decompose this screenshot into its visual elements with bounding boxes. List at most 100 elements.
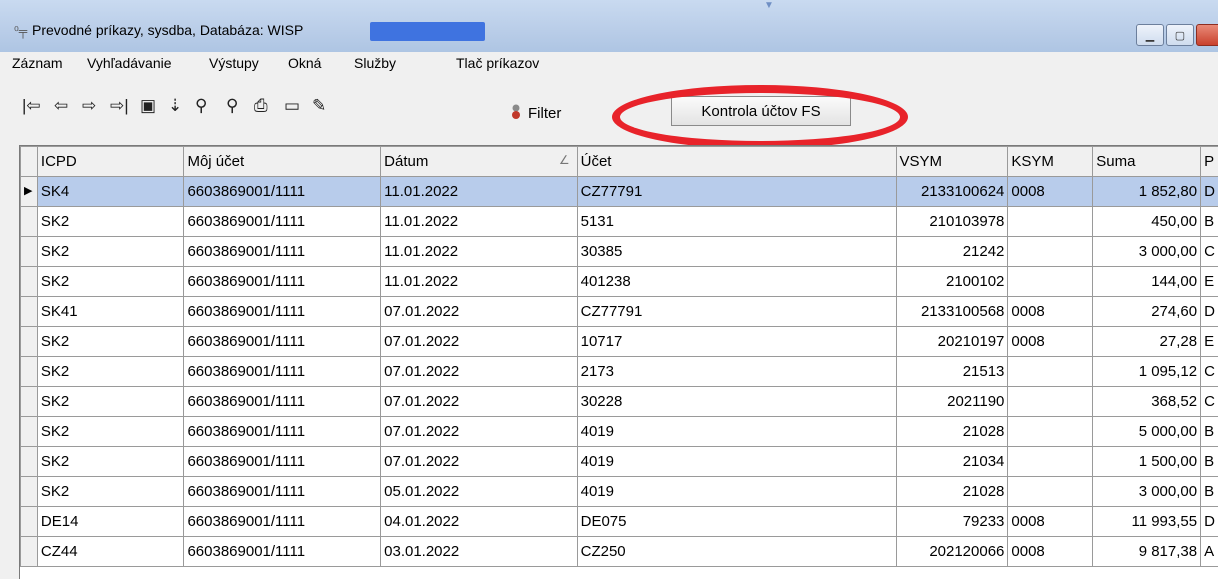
- table-cell[interactable]: 202120066: [896, 537, 1008, 567]
- table-row[interactable]: CZ446603869001/111103.01.2022CZ250202120…: [21, 537, 1218, 567]
- table-cell[interactable]: 30385: [577, 237, 896, 267]
- table-cell[interactable]: 0008: [1008, 537, 1093, 567]
- table-cell[interactable]: 21242: [896, 237, 1008, 267]
- menu-tlac-prikazov[interactable]: Tlač príkazov: [456, 55, 539, 71]
- table-cell[interactable]: 144,00: [1093, 267, 1201, 297]
- table-cell[interactable]: 1 852,80: [1093, 177, 1201, 207]
- menu-vystupy[interactable]: Výstupy: [209, 55, 259, 71]
- table-row[interactable]: SK26603869001/111111.01.2022513121010397…: [21, 207, 1218, 237]
- minimize-button[interactable]: ▁: [1136, 24, 1164, 46]
- table-cell[interactable]: SK2: [37, 447, 184, 477]
- close-button[interactable]: [1196, 24, 1218, 46]
- table-cell[interactable]: 07.01.2022: [381, 447, 577, 477]
- kontrola-uctov-button[interactable]: Kontrola účtov FS: [671, 96, 851, 126]
- table-cell[interactable]: 0008: [1008, 327, 1093, 357]
- table-cell[interactable]: [1008, 207, 1093, 237]
- table-cell[interactable]: 6603869001/1111: [184, 267, 381, 297]
- menu-okna[interactable]: Okná: [288, 55, 321, 71]
- table-cell[interactable]: 401238: [577, 267, 896, 297]
- row-indicator[interactable]: [21, 507, 38, 537]
- table-cell[interactable]: 11.01.2022: [381, 207, 577, 237]
- table-cell[interactable]: 11.01.2022: [381, 237, 577, 267]
- row-indicator[interactable]: [21, 387, 38, 417]
- table-cell[interactable]: 6603869001/1111: [184, 537, 381, 567]
- table-row[interactable]: SK26603869001/111107.01.20224019210285 0…: [21, 417, 1218, 447]
- table-row[interactable]: ▶SK46603869001/111111.01.2022CZ777912133…: [21, 177, 1218, 207]
- table-cell[interactable]: SK2: [37, 237, 184, 267]
- table-cell[interactable]: SK2: [37, 417, 184, 447]
- table-cell[interactable]: 11 993,55: [1093, 507, 1201, 537]
- table-cell[interactable]: D: [1201, 297, 1218, 327]
- row-indicator[interactable]: [21, 327, 38, 357]
- table-cell[interactable]: 07.01.2022: [381, 417, 577, 447]
- sort-az-icon[interactable]: ⇣: [168, 96, 182, 116]
- table-cell[interactable]: SK2: [37, 207, 184, 237]
- find-next-icon[interactable]: ⚲: [226, 96, 238, 116]
- table-cell[interactable]: D: [1201, 177, 1218, 207]
- table-cell[interactable]: 79233: [896, 507, 1008, 537]
- maximize-button[interactable]: ▢: [1166, 24, 1194, 46]
- table-cell[interactable]: 11.01.2022: [381, 177, 577, 207]
- column-header-sorted[interactable]: Dátum∠: [381, 147, 577, 177]
- table-row[interactable]: SK26603869001/111111.01.2022401238210010…: [21, 267, 1218, 297]
- table-row[interactable]: DE146603869001/111104.01.2022DE075792330…: [21, 507, 1218, 537]
- table-cell[interactable]: SK2: [37, 327, 184, 357]
- table-cell[interactable]: C: [1201, 237, 1218, 267]
- table-cell[interactable]: 03.01.2022: [381, 537, 577, 567]
- table-cell[interactable]: 6603869001/1111: [184, 387, 381, 417]
- column-header[interactable]: Účet: [577, 147, 896, 177]
- table-cell[interactable]: 11.01.2022: [381, 267, 577, 297]
- table-cell[interactable]: DE075: [577, 507, 896, 537]
- table-cell[interactable]: [1008, 267, 1093, 297]
- table-cell[interactable]: CZ250: [577, 537, 896, 567]
- table-cell[interactable]: B: [1201, 417, 1218, 447]
- table-cell[interactable]: [1008, 357, 1093, 387]
- table-cell[interactable]: [1008, 417, 1093, 447]
- column-header[interactable]: Môj účet: [184, 147, 381, 177]
- table-cell[interactable]: 05.01.2022: [381, 477, 577, 507]
- table-cell[interactable]: 2133100568: [896, 297, 1008, 327]
- table-cell[interactable]: 1 095,12: [1093, 357, 1201, 387]
- first-record-icon[interactable]: |⇦: [22, 96, 41, 116]
- table-row[interactable]: SK26603869001/111105.01.20224019210283 0…: [21, 477, 1218, 507]
- table-cell[interactable]: SK2: [37, 477, 184, 507]
- table-cell[interactable]: 6603869001/1111: [184, 327, 381, 357]
- column-header[interactable]: Suma: [1093, 147, 1201, 177]
- delete-record-icon[interactable]: ▭: [284, 96, 300, 116]
- table-cell[interactable]: 2133100624: [896, 177, 1008, 207]
- previous-record-icon[interactable]: ⇦: [54, 96, 68, 116]
- row-indicator[interactable]: [21, 537, 38, 567]
- table-cell[interactable]: 30228: [577, 387, 896, 417]
- table-cell[interactable]: 07.01.2022: [381, 357, 577, 387]
- table-cell[interactable]: 21513: [896, 357, 1008, 387]
- title-bar[interactable]: ⁰╤ Prevodné príkazy, sysdba, Databáza: W…: [0, 0, 1218, 52]
- table-cell[interactable]: 1 500,00: [1093, 447, 1201, 477]
- row-indicator[interactable]: [21, 237, 38, 267]
- column-header[interactable]: KSYM: [1008, 147, 1093, 177]
- table-row[interactable]: SK416603869001/111107.01.2022CZ777912133…: [21, 297, 1218, 327]
- row-indicator[interactable]: [21, 267, 38, 297]
- table-cell[interactable]: 2021190: [896, 387, 1008, 417]
- column-header[interactable]: VSYM: [896, 147, 1008, 177]
- table-cell[interactable]: [1008, 477, 1093, 507]
- table-cell[interactable]: 3 000,00: [1093, 477, 1201, 507]
- table-cell[interactable]: 5131: [577, 207, 896, 237]
- row-indicator[interactable]: [21, 207, 38, 237]
- table-cell[interactable]: 450,00: [1093, 207, 1201, 237]
- table-cell[interactable]: SK41: [37, 297, 184, 327]
- table-cell[interactable]: 21028: [896, 417, 1008, 447]
- table-row[interactable]: SK26603869001/111107.01.2022107172021019…: [21, 327, 1218, 357]
- table-cell[interactable]: [1008, 237, 1093, 267]
- table-cell[interactable]: 10717: [577, 327, 896, 357]
- row-indicator[interactable]: [21, 477, 38, 507]
- table-cell[interactable]: 9 817,38: [1093, 537, 1201, 567]
- records-grid[interactable]: ICPD Môj účet Dátum∠ Účet VSYM KSYM Suma…: [19, 145, 1218, 579]
- table-cell[interactable]: 4019: [577, 477, 896, 507]
- table-cell[interactable]: 6603869001/1111: [184, 297, 381, 327]
- row-indicator[interactable]: [21, 297, 38, 327]
- table-row[interactable]: SK26603869001/111111.01.202230385212423 …: [21, 237, 1218, 267]
- table-cell[interactable]: 07.01.2022: [381, 387, 577, 417]
- table-cell[interactable]: 274,60: [1093, 297, 1201, 327]
- table-cell[interactable]: 21028: [896, 477, 1008, 507]
- table-cell[interactable]: 368,52: [1093, 387, 1201, 417]
